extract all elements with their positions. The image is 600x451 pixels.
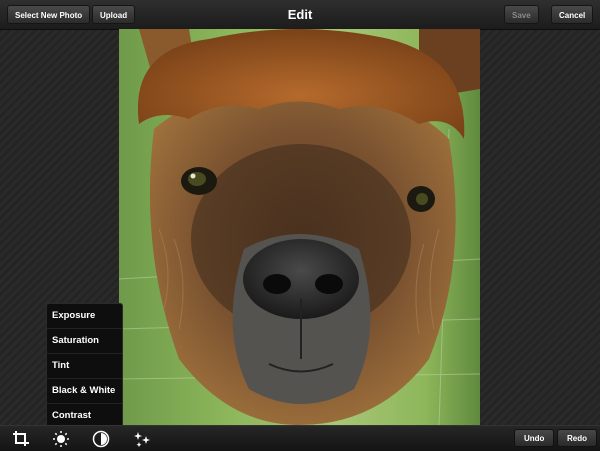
menu-item-tint[interactable]: Tint: [47, 354, 122, 379]
effects-icon[interactable]: [133, 430, 151, 448]
adjust-icon[interactable]: [92, 430, 110, 448]
top-toolbar: Select New Photo Upload Edit Save Cancel: [0, 0, 600, 30]
save-button[interactable]: Save: [504, 5, 539, 24]
menu-item-contrast[interactable]: Contrast: [47, 404, 122, 425]
menu-item-exposure[interactable]: Exposure: [47, 304, 122, 329]
photo-canvas[interactable]: [119, 29, 480, 425]
menu-item-black-white[interactable]: Black & White: [47, 379, 122, 404]
redo-button[interactable]: Redo: [557, 429, 597, 447]
undo-button[interactable]: Undo: [514, 429, 555, 447]
adjust-menu: Exposure Saturation Tint Black & White C…: [46, 303, 123, 425]
cancel-button[interactable]: Cancel: [551, 5, 594, 24]
menu-item-saturation[interactable]: Saturation: [47, 329, 122, 354]
alpaca-photo: [119, 29, 480, 425]
crop-icon[interactable]: [12, 430, 30, 448]
bottom-toolbar: Undo Redo: [0, 425, 600, 451]
brightness-icon[interactable]: [52, 430, 70, 448]
